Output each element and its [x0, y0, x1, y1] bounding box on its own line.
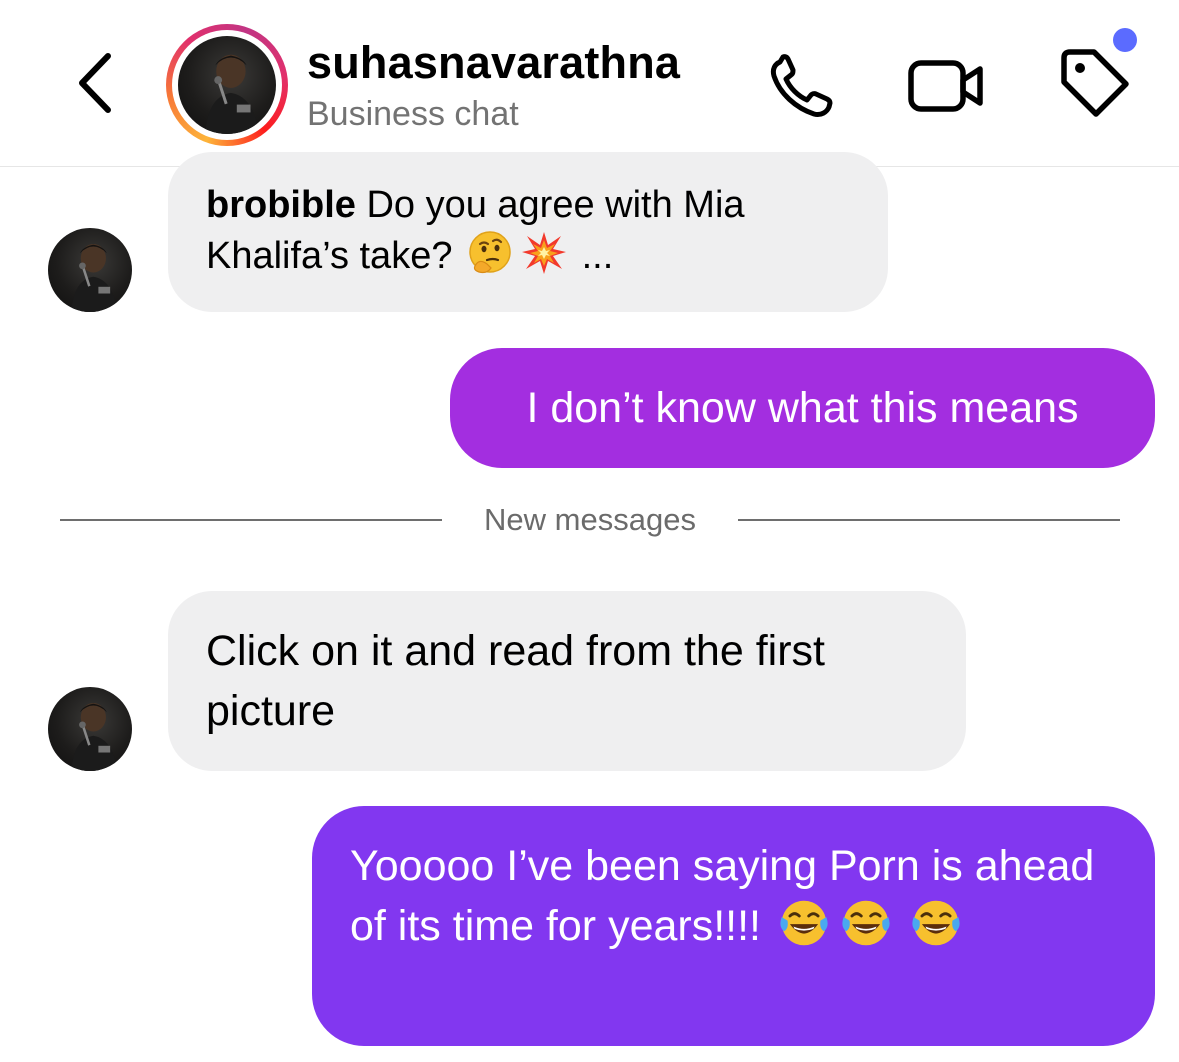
post-author: brobible	[206, 184, 356, 226]
video-call-button[interactable]	[906, 52, 986, 118]
message-text: I don’t know what this means	[526, 384, 1079, 432]
sender-avatar[interactable]	[48, 687, 132, 771]
phone-icon	[770, 54, 833, 117]
divider-label: New messages	[484, 502, 696, 537]
chevron-left-icon	[79, 53, 111, 113]
avatar-photo	[178, 36, 276, 134]
profile-avatar[interactable]	[166, 24, 288, 146]
chat-username: suhasnavarathna	[307, 37, 681, 88]
audio-call-button[interactable]	[766, 52, 840, 118]
chat-header: suhasnavarathna Business chat	[0, 0, 1179, 167]
collision-icon	[521, 230, 567, 276]
video-camera-icon	[908, 60, 983, 112]
shared-post-preview[interactable]: brobible Do you agree with Mia Khalifa’s…	[168, 152, 888, 312]
message-text: Yooooo I’ve been saying Porn is ahead of…	[350, 842, 1095, 950]
face-with-tears-of-joy-icon	[839, 896, 893, 950]
tag-icon	[1061, 49, 1129, 117]
face-with-tears-of-joy-icon	[909, 896, 963, 950]
sent-message[interactable]: Yooooo I’ve been saying Porn is ahead of…	[312, 806, 1155, 1046]
face-with-tears-of-joy-icon	[777, 896, 831, 950]
received-message[interactable]: Click on it and read from the first pict…	[168, 591, 966, 771]
thinking-face-icon	[467, 230, 513, 276]
new-messages-divider: New messages	[0, 496, 1179, 546]
sender-avatar[interactable]	[48, 228, 132, 312]
divider-line	[60, 519, 442, 521]
back-button[interactable]	[70, 50, 120, 116]
notification-dot	[1113, 28, 1137, 52]
sent-message[interactable]: I don’t know what this means	[450, 348, 1155, 468]
message-text: Click on it and read from the first pict…	[206, 627, 825, 735]
chat-title-block[interactable]: suhasnavarathna Business chat	[307, 36, 680, 134]
divider-line	[738, 519, 1120, 521]
chat-subtitle: Business chat	[307, 95, 519, 133]
post-caption-ellipsis: ...	[581, 235, 614, 277]
label-tag-button[interactable]	[1056, 48, 1132, 120]
